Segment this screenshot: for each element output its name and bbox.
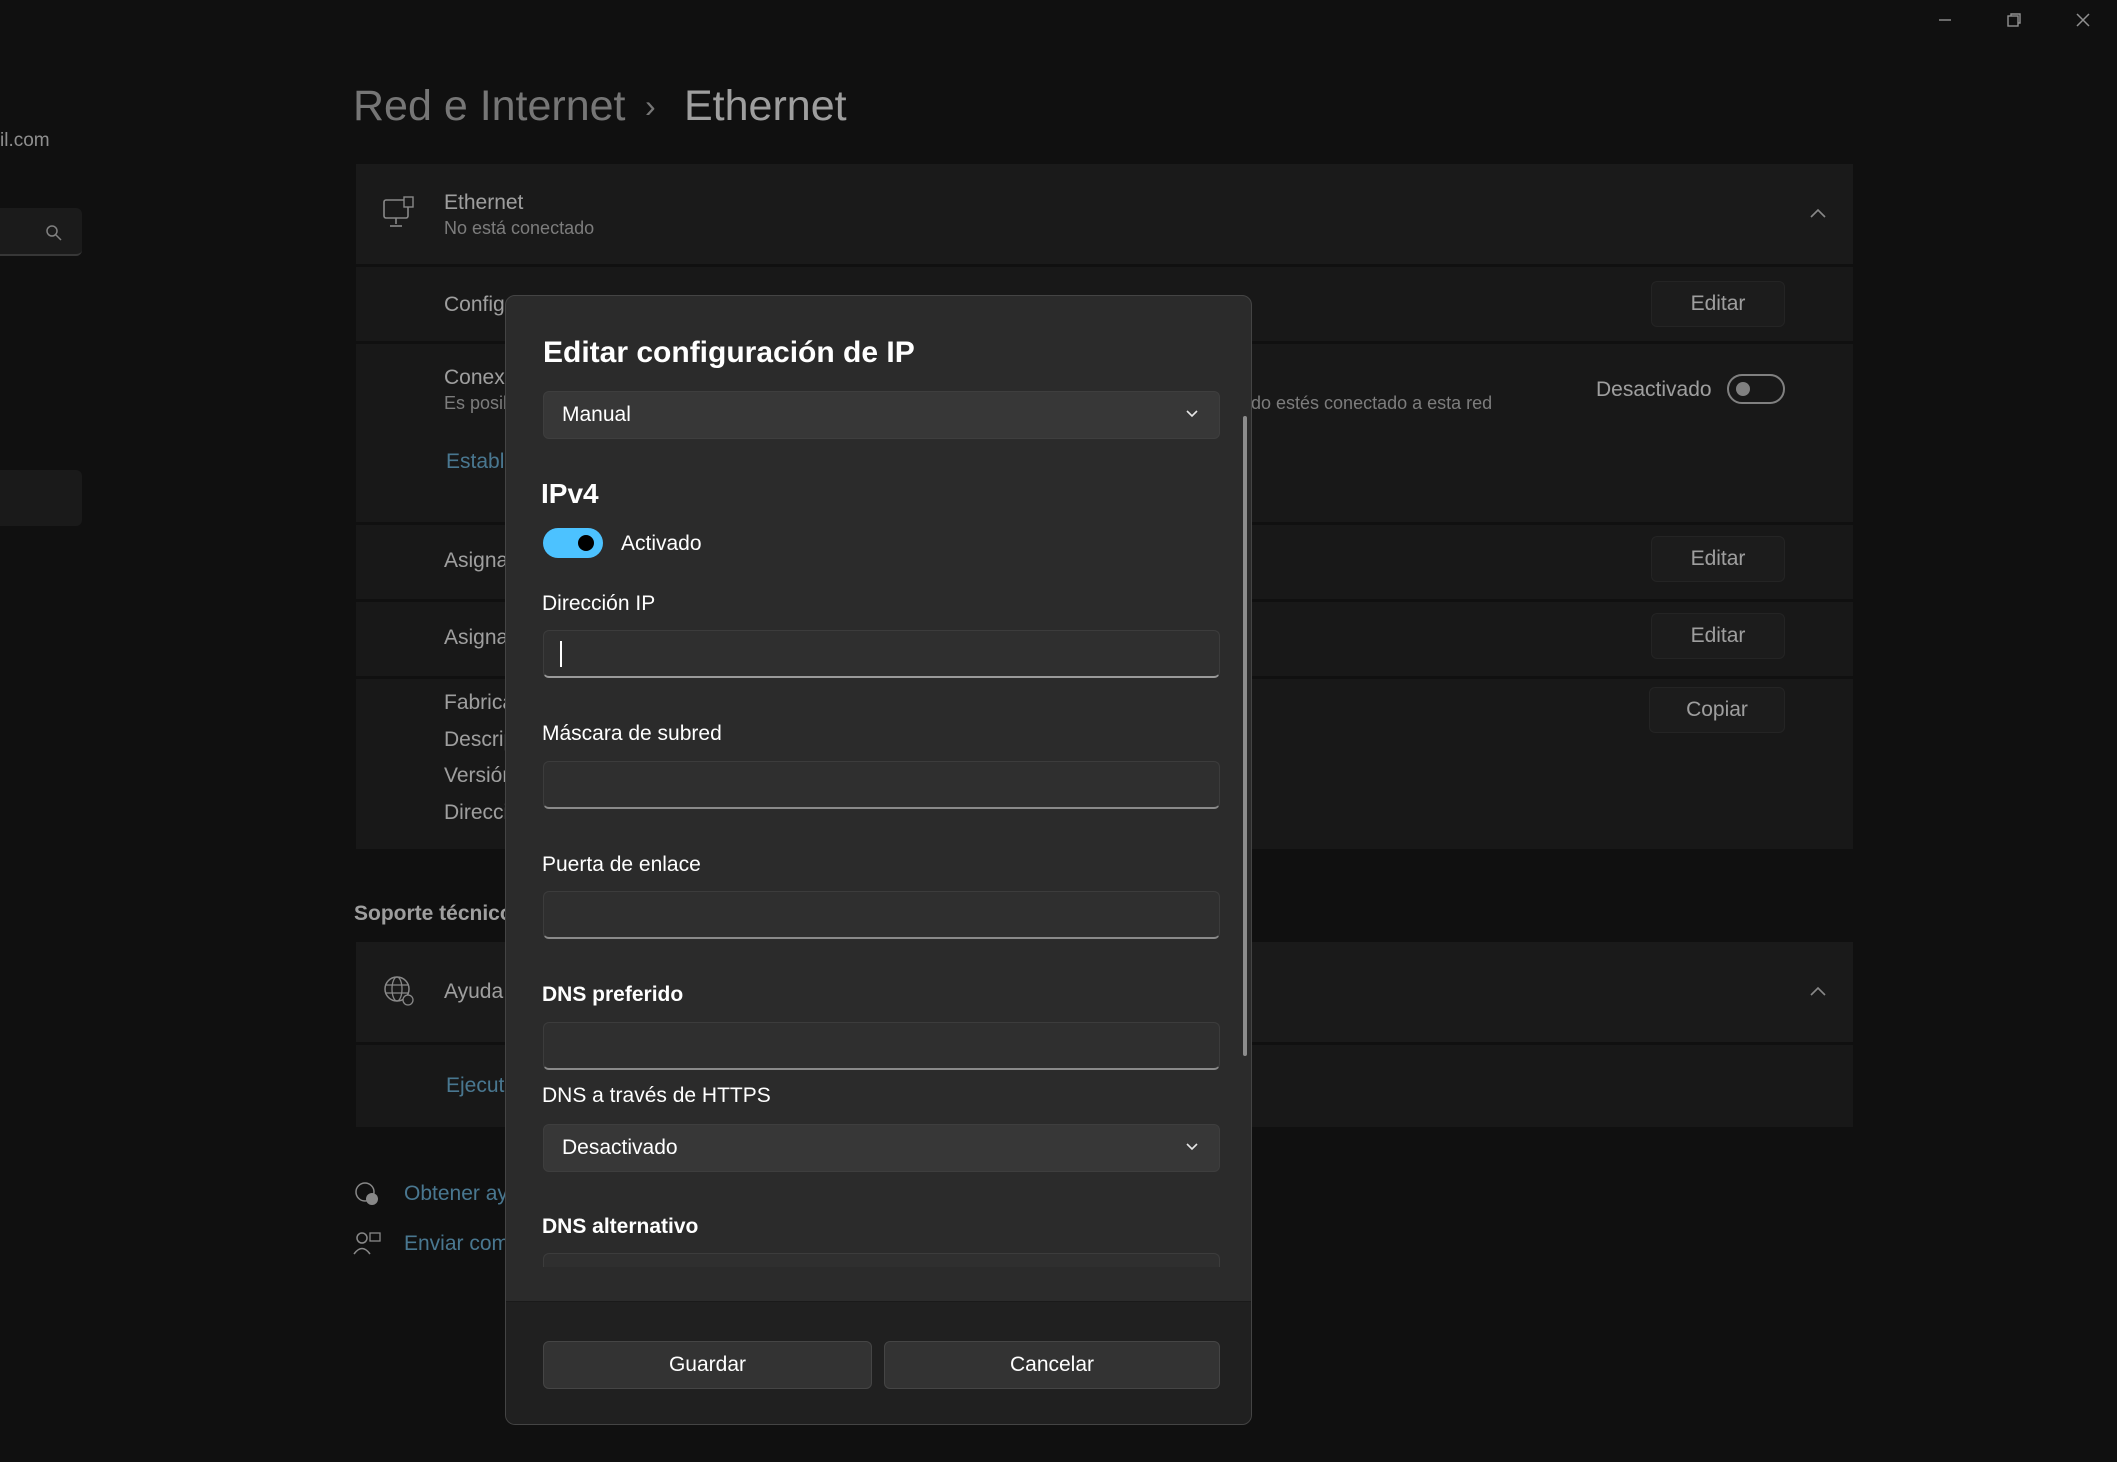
preferred-dns-label: DNS preferido (542, 983, 684, 1006)
ip-mode-value: Manual (562, 403, 631, 426)
gateway-input[interactable] (543, 891, 1220, 939)
ip-mode-select[interactable]: Manual (543, 391, 1220, 439)
ipv4-toggle[interactable] (543, 528, 603, 558)
alternate-dns-label: DNS alternativo (542, 1215, 699, 1238)
dns-https-value: Desactivado (562, 1136, 678, 1159)
chevron-down-icon (1186, 1143, 1198, 1151)
dns-https-select[interactable]: Desactivado (543, 1124, 1220, 1172)
subnet-mask-label: Máscara de subred (542, 722, 722, 745)
dialog-scrollbar[interactable] (1243, 416, 1247, 1056)
dialog-title: Editar configuración de IP (543, 336, 915, 369)
preferred-dns-input[interactable] (543, 1022, 1220, 1070)
cancel-button[interactable]: Cancelar (884, 1341, 1220, 1389)
chevron-down-icon (1186, 410, 1198, 418)
ipv4-heading: IPv4 (541, 478, 599, 509)
dns-https-label: DNS a través de HTTPS (542, 1084, 771, 1107)
save-button[interactable]: Guardar (543, 1341, 872, 1389)
alternate-dns-input[interactable] (543, 1253, 1220, 1267)
edit-ip-dialog: Editar configuración de IP Manual IPv4 A… (505, 295, 1252, 1425)
ip-address-input[interactable] (543, 630, 1220, 678)
subnet-mask-input[interactable] (543, 761, 1220, 809)
ip-address-label: Dirección IP (542, 592, 656, 615)
gateway-label: Puerta de enlace (542, 853, 701, 876)
ipv4-toggle-label: Activado (621, 532, 702, 555)
text-cursor (560, 641, 562, 667)
